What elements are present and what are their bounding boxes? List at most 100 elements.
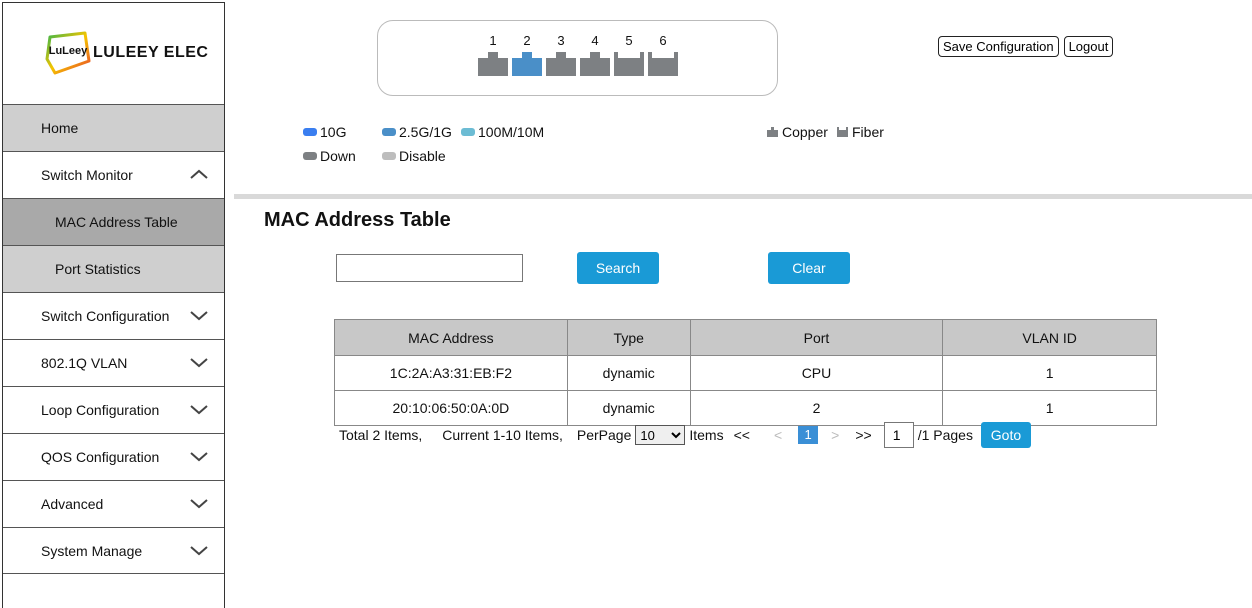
port-5[interactable]: 5 — [613, 33, 645, 76]
legend-disable: Disable — [382, 148, 446, 164]
port-3[interactable]: 3 — [545, 33, 577, 76]
cell-vlan-id: 1 — [942, 355, 1157, 391]
legend-swatch — [382, 152, 396, 160]
total-items-text: Total 2 Items, — [339, 427, 423, 443]
legend-100m: 100M/10M — [461, 124, 544, 140]
logout-button[interactable]: Logout — [1063, 36, 1114, 57]
legend-swatch — [303, 128, 317, 136]
mac-address-table: MAC Address Type Port VLAN ID 1C:2A:A3:3… — [334, 319, 1157, 426]
port-number: 4 — [591, 33, 599, 48]
port-panel: 1 2 3 4 5 6 — [377, 20, 778, 96]
sidebar-item-label: Loop Configuration — [41, 402, 160, 418]
sidebar-item-home[interactable]: Home — [3, 104, 224, 151]
table-row: 1C:2A:A3:31:EB:F2 dynamic CPU 1 — [334, 355, 1157, 391]
sidebar-item-label: Switch Configuration — [41, 308, 170, 324]
current-page-button[interactable]: 1 — [798, 426, 819, 444]
legend-swatch — [303, 152, 317, 160]
sidebar-item-label: Switch Monitor — [41, 167, 133, 183]
chevron-down-icon — [190, 405, 208, 415]
copper-port-icon — [580, 52, 610, 76]
port-2[interactable]: 2 — [511, 33, 543, 76]
legend-label: Down — [320, 148, 356, 164]
port-6[interactable]: 6 — [647, 33, 679, 76]
page-title: MAC Address Table — [264, 209, 451, 231]
sidebar-item-label: Port Statistics — [55, 261, 141, 277]
per-page-label: PerPage — [576, 427, 632, 443]
sidebar-item-switch-monitor[interactable]: Switch Monitor — [3, 151, 224, 198]
chevron-down-icon — [190, 358, 208, 368]
legend-down: Down — [303, 148, 356, 164]
table-row: 20:10:06:50:0A:0D dynamic 2 1 — [334, 390, 1157, 426]
column-header-type: Type — [566, 319, 691, 356]
legend-label: Disable — [399, 148, 446, 164]
legend-label: Fiber — [852, 124, 884, 140]
luleey-badge-icon: LuLeey — [45, 31, 91, 75]
brand-name: LULEEY ELEC — [93, 44, 209, 61]
legend-swatch — [382, 128, 396, 136]
sidebar-item-label: Home — [41, 120, 79, 136]
goto-button[interactable]: Goto — [980, 422, 1031, 448]
sidebar-item-loop-configuration[interactable]: Loop Configuration — [3, 386, 224, 433]
brand-badge-text: LuLeey — [48, 45, 88, 57]
save-configuration-button[interactable]: Save Configuration — [938, 36, 1059, 57]
port-number: 6 — [659, 33, 667, 48]
sidebar-item-port-statistics[interactable]: Port Statistics — [3, 245, 224, 292]
chevron-down-icon — [190, 452, 208, 462]
port-4[interactable]: 4 — [579, 33, 611, 76]
pagination: Total 2 Items, Current 1-10 Items, PerPa… — [339, 422, 1031, 448]
clear-button[interactable]: Clear — [768, 252, 850, 284]
top-actions: Save Configuration Logout — [938, 36, 1114, 57]
cell-port: 2 — [689, 390, 944, 426]
port-number: 1 — [489, 33, 497, 48]
legend-fiber: Fiber — [837, 124, 884, 140]
chevron-down-icon — [190, 499, 208, 509]
first-page-button[interactable]: << — [734, 427, 750, 443]
sidebar-item-label: QOS Configuration — [41, 449, 160, 465]
fiber-port-icon — [614, 52, 644, 76]
legend-label: 2.5G/1G — [399, 124, 452, 140]
items-label: Items — [689, 427, 724, 443]
cell-vlan-id: 1 — [942, 390, 1157, 426]
sidebar-item-label: Advanced — [41, 496, 104, 512]
cell-type: dynamic — [566, 390, 691, 426]
chevron-down-icon — [190, 311, 208, 321]
port-1[interactable]: 1 — [477, 33, 509, 76]
legend-label: 10G — [320, 124, 347, 140]
column-header-vlan-id: VLAN ID — [942, 319, 1157, 356]
cell-type: dynamic — [566, 355, 691, 391]
chevron-down-icon — [190, 546, 208, 556]
search-button[interactable]: Search — [577, 252, 659, 284]
sidebar-item-8021q-vlan[interactable]: 802.1Q VLAN — [3, 339, 224, 386]
sidebar-item-system-manage[interactable]: System Manage — [3, 527, 224, 574]
copper-port-icon — [546, 52, 576, 76]
brand-logo: LuLeey LULEEY ELEC — [3, 3, 224, 104]
table-header-row: MAC Address Type Port VLAN ID — [334, 319, 1157, 356]
column-header-mac-address: MAC Address — [334, 319, 568, 356]
sidebar-item-mac-address-table[interactable]: MAC Address Table — [3, 198, 224, 245]
cell-mac-address: 1C:2A:A3:31:EB:F2 — [334, 355, 568, 391]
legend-swatch — [461, 128, 475, 136]
sidebar: LuLeey LULEEY ELEC Home Switch Monitor M… — [2, 2, 225, 608]
copper-port-icon — [478, 52, 508, 76]
fiber-port-icon — [837, 127, 848, 137]
sidebar-item-switch-configuration[interactable]: Switch Configuration — [3, 292, 224, 339]
sidebar-item-qos-configuration[interactable]: QOS Configuration — [3, 433, 224, 480]
per-page-select[interactable]: 10 — [635, 425, 686, 445]
copper-port-icon — [767, 127, 778, 137]
section-divider — [234, 194, 1252, 199]
legend-2-5g: 2.5G/1G — [382, 124, 452, 140]
legend-label: Copper — [782, 124, 828, 140]
next-page-button[interactable]: > — [831, 427, 839, 443]
chevron-up-icon — [190, 169, 208, 179]
sidebar-item-advanced[interactable]: Advanced — [3, 480, 224, 527]
search-input[interactable] — [336, 254, 523, 282]
fiber-port-icon — [648, 52, 678, 76]
port-number: 2 — [523, 33, 531, 48]
goto-page-input[interactable] — [883, 422, 914, 448]
prev-page-button[interactable]: < — [774, 427, 782, 443]
legend-10g: 10G — [303, 124, 346, 140]
sidebar-item-label: 802.1Q VLAN — [41, 355, 128, 371]
port-number: 5 — [625, 33, 633, 48]
sidebar-item-label: System Manage — [41, 542, 143, 559]
last-page-button[interactable]: >> — [855, 427, 871, 443]
